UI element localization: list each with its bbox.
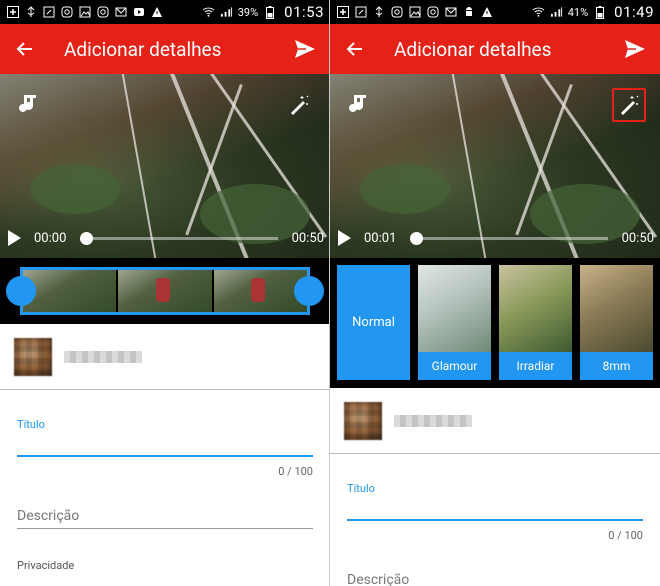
android-icon [462, 6, 475, 19]
filter-normal[interactable]: Normal [337, 265, 410, 380]
usb-icon [372, 6, 385, 19]
page-title: Adicionar detalhes [394, 37, 552, 61]
trim-handle-start[interactable] [6, 276, 36, 306]
music-note-icon[interactable] [346, 92, 368, 118]
filter-label: Glamour [418, 352, 491, 380]
trim-frames[interactable] [20, 267, 310, 315]
clock: 01:53 [284, 3, 324, 21]
magic-wand-icon[interactable] [612, 88, 646, 122]
seek-bar[interactable] [80, 231, 278, 245]
title-counter: 0 / 100 [278, 465, 313, 478]
trim-frame [118, 270, 214, 312]
play-icon[interactable] [336, 229, 358, 247]
title-counter: 0 / 100 [608, 529, 643, 542]
account-row [0, 324, 330, 390]
edit-icon [354, 6, 367, 19]
battery-icon [593, 5, 606, 19]
filter-glamour[interactable]: Glamour [418, 265, 491, 380]
battery-icon [263, 5, 276, 19]
page-title: Adicionar detalhes [64, 37, 222, 61]
filter-thumbnail [499, 265, 572, 352]
account-row [330, 388, 660, 454]
signal-icon [220, 6, 233, 19]
title-label: Título [347, 482, 375, 495]
left-screen: 39% 01:53 Adicionar detalhes 00:00 00:50… [0, 0, 330, 586]
filter-label: 8mm [580, 352, 653, 380]
clock: 01:49 [614, 3, 654, 21]
description-field[interactable]: Descrição [17, 508, 313, 529]
image-icon [78, 6, 91, 19]
account-name-blurred [394, 414, 472, 427]
avatar [344, 401, 382, 440]
current-time: 00:00 [34, 230, 67, 246]
wifi-icon [532, 6, 545, 19]
screenshot-comparison: 39% 01:53 Adicionar detalhes 00:00 00:50… [0, 0, 660, 586]
title-input[interactable] [17, 455, 313, 457]
video-preview[interactable]: 00:00 00:50 [0, 74, 330, 258]
back-arrow-icon[interactable] [338, 32, 372, 66]
add-box-icon [6, 6, 19, 19]
seek-knob[interactable] [80, 231, 93, 245]
filter-picker: Normal Glamour Irradiar 8mm [330, 258, 660, 388]
instagram-icon [390, 6, 403, 19]
trim-frame [213, 270, 307, 312]
usb-icon [24, 6, 37, 19]
details-form: Título 0 / 100 Descrição [330, 482, 660, 586]
trim-strip [0, 258, 330, 324]
video-preview[interactable]: 00:01 00:50 [330, 74, 660, 258]
battery-percent: 41% [567, 5, 589, 19]
instagram-icon [96, 6, 109, 19]
filter-8mm[interactable]: 8mm [580, 265, 653, 380]
add-box-icon [336, 6, 349, 19]
signal-icon [550, 6, 563, 19]
avatar [14, 337, 52, 376]
duration: 00:50 [621, 230, 654, 246]
music-note-icon[interactable] [16, 92, 38, 118]
edit-icon [42, 6, 55, 19]
current-time: 00:01 [364, 230, 397, 246]
player-controls: 00:01 00:50 [330, 218, 660, 258]
magic-wand-icon[interactable] [282, 88, 316, 122]
warning-icon [150, 6, 163, 19]
status-bar: 41% 01:49 [330, 0, 660, 24]
app-bar: Adicionar detalhes [0, 24, 330, 74]
filter-thumbnail [418, 265, 491, 352]
filter-thumbnail [580, 265, 653, 352]
title-label: Título [17, 418, 45, 431]
filter-label: Irradiar [499, 352, 572, 380]
instagram-icon [426, 6, 439, 19]
trim-handle-end[interactable] [294, 276, 324, 306]
filter-irradiar[interactable]: Irradiar [499, 265, 572, 380]
warning-icon [480, 6, 493, 19]
image-icon [408, 6, 421, 19]
filter-label: Normal [352, 315, 395, 330]
description-field[interactable]: Descrição [347, 572, 643, 586]
instagram-icon [60, 6, 73, 19]
title-input[interactable] [347, 519, 643, 521]
player-controls: 00:00 00:50 [0, 218, 330, 258]
play-icon[interactable] [6, 229, 28, 247]
right-screen: 41% 01:49 Adicionar detalhes 00:01 00:50… [330, 0, 660, 586]
youtube-icon [132, 6, 145, 19]
app-bar: Adicionar detalhes [330, 24, 660, 74]
status-bar: 39% 01:53 [0, 0, 330, 24]
seek-knob[interactable] [410, 231, 423, 245]
account-name-blurred [64, 350, 142, 363]
gmail-icon [444, 6, 457, 19]
privacy-label: Privacidade [17, 559, 75, 572]
wifi-icon [202, 6, 215, 19]
details-form: Título 0 / 100 Descrição Privacidade [0, 418, 330, 572]
battery-percent: 39% [237, 5, 259, 19]
gmail-icon [114, 6, 127, 19]
back-arrow-icon[interactable] [8, 32, 42, 66]
duration: 00:50 [291, 230, 324, 246]
trim-frame [23, 270, 119, 312]
seek-bar[interactable] [410, 231, 608, 245]
send-icon[interactable] [288, 32, 322, 66]
send-icon[interactable] [618, 32, 652, 66]
